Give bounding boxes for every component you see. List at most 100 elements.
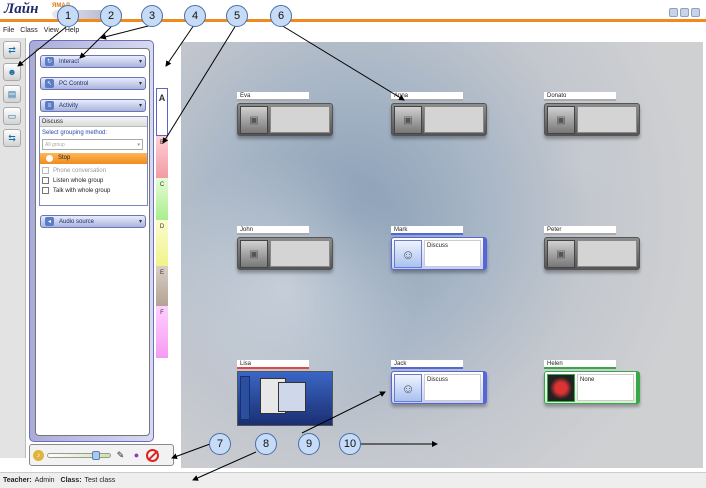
callout-2: 2 — [100, 5, 122, 27]
app-logo: Лайн — [4, 1, 39, 17]
student-name: Eva — [237, 92, 309, 101]
monitor-icon: ▣ — [240, 240, 268, 268]
volume-slider[interactable] — [47, 450, 111, 460]
callout-4: 4 — [184, 5, 206, 27]
student-card: ☺ Discuss — [391, 371, 487, 404]
grouping-method-label: Select grouping method: — [42, 130, 108, 136]
callout-9: 9 — [298, 433, 320, 455]
folder-icon[interactable]: ▭ — [3, 107, 21, 125]
headphones-icon — [547, 374, 575, 402]
student-tile[interactable]: Mark ☺ Discuss — [391, 226, 487, 270]
transfer-icon[interactable]: ⇆ — [3, 129, 21, 147]
student-tile[interactable]: Eva ▣ — [237, 92, 333, 136]
menu-view[interactable]: View — [44, 27, 59, 34]
class-label: Class: — [60, 477, 82, 484]
control-panel: ↻ Interact ▾ ↖ PC Control ▾ ≡ Activity ▾… — [29, 40, 154, 442]
group-tab-f[interactable]: F — [156, 306, 168, 358]
student-card: ▣ — [544, 237, 640, 270]
discuss-box: Discuss Select grouping method: All grou… — [39, 116, 148, 206]
class-value: Test class — [84, 477, 116, 484]
chevron-down-icon: ▾ — [138, 103, 142, 109]
checkbox-icon — [42, 187, 49, 194]
stop-button[interactable]: Stop — [40, 153, 147, 164]
chevron-down-icon: ▾ — [138, 219, 142, 225]
minimize-button[interactable] — [669, 8, 678, 17]
menu-bar: File Class View Help — [0, 25, 706, 36]
audio-source-label: Audio source — [59, 218, 95, 225]
student-card: ☺ Discuss — [391, 237, 487, 270]
discuss-group-icon: ☺ — [394, 240, 422, 268]
users-icon[interactable]: ☻ — [3, 63, 21, 81]
callout-3: 3 — [141, 5, 163, 27]
volume-slider-thumb[interactable] — [92, 450, 100, 460]
audio-toolbar: ♪ ✎ ● — [29, 444, 174, 466]
document-icon[interactable]: ▤ — [3, 85, 21, 103]
group-tab-d[interactable]: D — [156, 220, 168, 266]
student-tile[interactable]: Lisa — [237, 360, 333, 426]
discuss-group-icon: ☺ — [394, 374, 422, 402]
microphone-icon[interactable]: ✎ — [114, 449, 127, 462]
student-name: Jack — [391, 360, 463, 369]
student-tile[interactable]: Jack ☺ Discuss — [391, 360, 487, 404]
group-tab-e[interactable]: E — [156, 266, 168, 306]
grouping-method-select[interactable]: All group ▾ — [42, 139, 143, 150]
pc-control-label: PC Control — [59, 80, 89, 87]
listen-whole-group-option[interactable]: Listen whole group — [42, 177, 147, 184]
student-status — [577, 106, 637, 133]
student-card: ▣ — [237, 103, 333, 136]
teacher-label: Teacher: — [3, 477, 32, 484]
group-tab-c[interactable]: C — [156, 178, 168, 220]
talk-whole-group-option[interactable]: Talk with whole group — [42, 187, 147, 194]
menu-help[interactable]: Help — [65, 27, 79, 34]
thumbnail-desktop-icons — [240, 376, 250, 420]
student-name: Lisa — [237, 360, 309, 369]
maximize-button[interactable] — [680, 8, 689, 17]
thumbnail-window — [278, 382, 306, 412]
phone-conversation-label: Phone conversation — [53, 167, 107, 174]
checkbox-icon — [42, 177, 49, 184]
speaker-icon: ◂ — [45, 217, 54, 226]
phone-conversation-option[interactable]: Phone conversation — [42, 167, 147, 174]
callout-8: 8 — [255, 433, 277, 455]
student-tile[interactable]: Anna ▣ — [391, 92, 487, 136]
student-status — [270, 240, 330, 267]
interact-dropdown[interactable]: ↻ Interact ▾ — [40, 55, 146, 68]
monitor-icon: ▣ — [240, 106, 268, 134]
student-card: None — [544, 371, 640, 404]
network-icon[interactable]: ⇄ — [3, 41, 21, 59]
monitor-icon: ▣ — [547, 240, 575, 268]
student-status: Discuss — [424, 240, 481, 267]
student-card: ▣ — [544, 103, 640, 136]
student-tile[interactable]: John ▣ — [237, 226, 333, 270]
student-tile[interactable]: Donato ▣ — [544, 92, 640, 136]
audio-source-dropdown[interactable]: ◂ Audio source ▾ — [40, 215, 146, 228]
menu-file[interactable]: File — [3, 27, 14, 34]
discuss-title: Discuss — [40, 117, 147, 127]
record-icon[interactable]: ● — [130, 449, 143, 462]
student-name: Peter — [544, 226, 616, 235]
student-tile[interactable]: Peter ▣ — [544, 226, 640, 270]
student-card: ▣ — [391, 103, 487, 136]
monitor-icon: ▣ — [547, 106, 575, 134]
close-button[interactable] — [691, 8, 700, 17]
callout-7: 7 — [209, 433, 231, 455]
student-name: Mark — [391, 226, 463, 235]
callout-5: 5 — [226, 5, 248, 27]
student-name: Donato — [544, 92, 616, 101]
student-status — [270, 106, 330, 133]
chevron-down-icon: ▾ — [137, 142, 140, 148]
activity-dropdown[interactable]: ≡ Activity ▾ — [40, 99, 146, 112]
checkbox-icon — [42, 167, 49, 174]
left-toolbar: ⇄ ☻ ▤ ▭ ⇆ — [0, 38, 26, 458]
mute-all-icon[interactable] — [146, 448, 159, 462]
activity-label: Activity — [59, 102, 79, 109]
speaker-icon[interactable]: ♪ — [33, 449, 44, 461]
pc-control-dropdown[interactable]: ↖ PC Control ▾ — [40, 77, 146, 90]
callout-10: 10 — [339, 433, 361, 455]
group-tab-a[interactable]: A — [156, 88, 168, 136]
interact-label: Interact — [59, 58, 80, 65]
chevron-down-icon: ▾ — [138, 59, 142, 65]
student-tile[interactable]: Helen None — [544, 360, 640, 404]
group-tab-b[interactable]: B — [156, 136, 168, 178]
menu-class[interactable]: Class — [20, 27, 38, 34]
